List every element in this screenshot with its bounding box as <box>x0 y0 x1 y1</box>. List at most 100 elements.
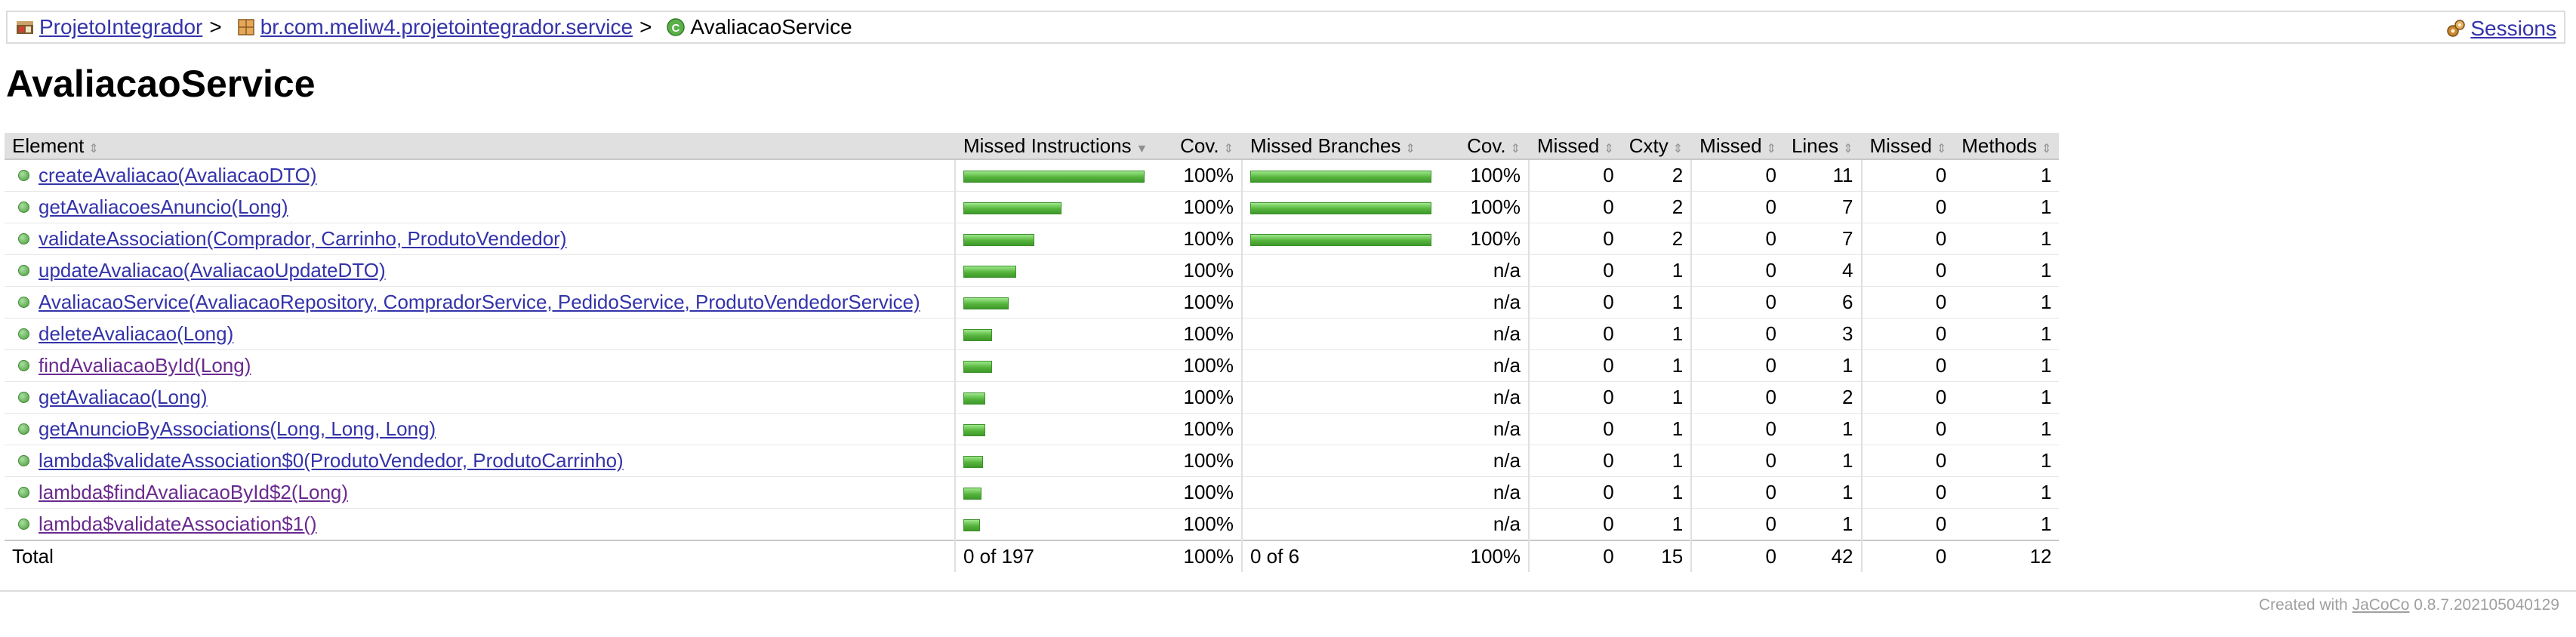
page-title: AvaliacaoService <box>6 63 316 105</box>
element-wrapper: lambda$findAvaliacaoById$2(Long) <box>12 481 947 504</box>
column-header-missed-lines[interactable]: Missed ⇕ <box>1690 133 1784 160</box>
method-link[interactable]: findAvaliacaoById(Long) <box>39 354 251 377</box>
missed-lines: 0 <box>1690 286 1784 318</box>
instructions-coverage-bar <box>963 361 992 374</box>
instructions-coverage-bar <box>963 488 981 500</box>
missed-methods: 0 <box>1860 445 1955 477</box>
missed-methods: 0 <box>1860 159 1955 192</box>
method-link[interactable]: validateAssociation(Comprador, Carrinho,… <box>39 227 567 251</box>
table-row: getAvaliacoesAnuncio(Long) 100% 100% 0 2 0 7 0 1 <box>5 191 2060 223</box>
column-header-methods[interactable]: Methods ⇕ <box>1954 133 2060 160</box>
lines: 4 <box>1783 254 1862 287</box>
instructions-coverage-bar <box>963 424 985 437</box>
element-cell: lambda$validateAssociation$1() <box>5 508 955 541</box>
column-header-complexity[interactable]: Cxty ⇕ <box>1621 133 1692 160</box>
element-wrapper: getAvaliacoesAnuncio(Long) <box>12 195 947 219</box>
complexity: 1 <box>1621 286 1692 318</box>
instructions-coverage: 100% <box>1157 508 1242 541</box>
missed-lines: 0 <box>1690 223 1784 255</box>
lines: 11 <box>1783 159 1862 192</box>
method-link[interactable]: deleteAvaliacao(Long) <box>39 322 233 346</box>
footer-divider <box>0 590 2576 592</box>
missed-lines: 0 <box>1690 413 1784 445</box>
column-header-instructions-coverage[interactable]: Cov. ⇕ <box>1157 133 1242 160</box>
element-wrapper: lambda$validateAssociation$0(ProdutoVend… <box>12 449 947 472</box>
missed-complexity: 0 <box>1528 349 1622 382</box>
instructions-coverage: 100% <box>1157 223 1242 255</box>
element-cell: getAvaliacoesAnuncio(Long) <box>5 191 955 223</box>
branches-coverage: n/a <box>1444 381 1529 414</box>
missed-methods: 0 <box>1860 223 1955 255</box>
branches-bar-cell <box>1241 445 1444 477</box>
method-link[interactable]: lambda$validateAssociation$1() <box>39 512 317 536</box>
lines: 1 <box>1783 349 1862 382</box>
method-link[interactable]: createAvaliacao(AvaliacaoDTO) <box>39 164 317 187</box>
method-covered-icon <box>18 202 29 213</box>
table-header-row: Element ⇕ Missed Instructions ▼ Cov. ⇕ Miss… <box>5 133 2060 160</box>
column-header-element[interactable]: Element ⇕ <box>5 133 955 160</box>
method-link[interactable]: getAnuncioByAssociations(Long, Long, Lon… <box>39 417 436 441</box>
branches-coverage: n/a <box>1444 508 1529 541</box>
column-header-missed-branches[interactable]: Missed Branches ⇕ <box>1241 133 1444 160</box>
instructions-coverage-bar <box>963 171 1145 183</box>
methods: 1 <box>1954 254 2060 287</box>
branches-coverage: n/a <box>1444 254 1529 287</box>
branches-bar-cell <box>1241 286 1444 318</box>
missed-methods: 0 <box>1860 318 1955 350</box>
method-link[interactable]: getAvaliacao(Long) <box>39 386 208 409</box>
complexity: 2 <box>1621 159 1692 192</box>
branches-bar-cell <box>1241 159 1444 192</box>
missed-methods: 0 <box>1860 286 1955 318</box>
complexity: 1 <box>1621 318 1692 350</box>
element-cell: AvaliacaoService(AvaliacaoRepository, Co… <box>5 286 955 318</box>
method-link[interactable]: lambda$validateAssociation$0(ProdutoVend… <box>39 449 624 472</box>
column-header-missed-instructions[interactable]: Missed Instructions ▼ <box>954 133 1157 160</box>
missed-complexity: 0 <box>1528 476 1622 509</box>
element-wrapper: validateAssociation(Comprador, Carrinho,… <box>12 227 947 251</box>
total-label: Total <box>5 540 955 572</box>
element-cell: createAvaliacao(AvaliacaoDTO) <box>5 159 955 192</box>
total-instructions: 0 of 197 <box>954 540 1157 572</box>
method-link[interactable]: updateAvaliacao(AvaliacaoUpdateDTO) <box>39 259 386 282</box>
sessions-link-wrap[interactable]: Sessions <box>2446 17 2556 41</box>
branches-coverage: n/a <box>1444 445 1529 477</box>
method-link[interactable]: getAvaliacoesAnuncio(Long) <box>39 195 288 219</box>
branches-coverage: 100% <box>1444 191 1529 223</box>
lines: 7 <box>1783 223 1862 255</box>
table-total-row: Total 0 of 197 100% 0 of 6 100% 0 15 0 4… <box>5 540 2060 572</box>
method-covered-icon <box>18 455 29 466</box>
sessions-link[interactable]: Sessions <box>2470 17 2556 41</box>
breadcrumb-project-link[interactable]: ProjetoIntegrador <box>39 15 202 39</box>
total-branches-coverage: 100% <box>1444 540 1529 572</box>
jacoco-link[interactable]: JaCoCo <box>2353 596 2410 614</box>
table-row: lambda$validateAssociation$1() 100% n/a 0 1 0… <box>5 508 2060 541</box>
methods: 1 <box>1954 508 2060 541</box>
sort-icon: ⇕ <box>88 142 99 155</box>
method-link[interactable]: AvaliacaoService(AvaliacaoRepository, Co… <box>39 291 920 314</box>
methods: 1 <box>1954 445 2060 477</box>
report-icon <box>17 21 33 34</box>
instructions-coverage: 100% <box>1157 445 1242 477</box>
breadcrumb-package-link[interactable]: br.com.meliw4.projetointegrador.service <box>260 15 633 39</box>
element-cell: lambda$findAvaliacaoById$2(Long) <box>5 476 955 509</box>
column-header-branches-coverage[interactable]: Cov. ⇕ <box>1444 133 1529 160</box>
element-wrapper: updateAvaliacao(AvaliacaoUpdateDTO) <box>12 259 947 282</box>
table-body: createAvaliacao(AvaliacaoDTO) 100% 100% 0 2 0… <box>5 159 2060 541</box>
instructions-bar-cell <box>954 223 1157 255</box>
instructions-bar-cell <box>954 508 1157 541</box>
methods: 1 <box>1954 318 2060 350</box>
missed-methods: 0 <box>1860 413 1955 445</box>
instructions-coverage-bar <box>963 234 1034 247</box>
element-wrapper: findAvaliacaoById(Long) <box>12 354 947 377</box>
column-header-lines[interactable]: Lines ⇕ <box>1783 133 1862 160</box>
branches-bar-cell <box>1241 318 1444 350</box>
column-header-missed-complexity[interactable]: Missed ⇕ <box>1528 133 1622 160</box>
sort-icon: ⇕ <box>1223 142 1234 155</box>
column-header-missed-methods[interactable]: Missed ⇕ <box>1860 133 1955 160</box>
branches-coverage-bar <box>1250 202 1431 215</box>
methods: 1 <box>1954 413 2060 445</box>
total-lines: 42 <box>1783 540 1862 572</box>
method-link[interactable]: lambda$findAvaliacaoById$2(Long) <box>39 481 348 504</box>
table-row: validateAssociation(Comprador, Carrinho,… <box>5 223 2060 255</box>
instructions-coverage: 100% <box>1157 349 1242 382</box>
